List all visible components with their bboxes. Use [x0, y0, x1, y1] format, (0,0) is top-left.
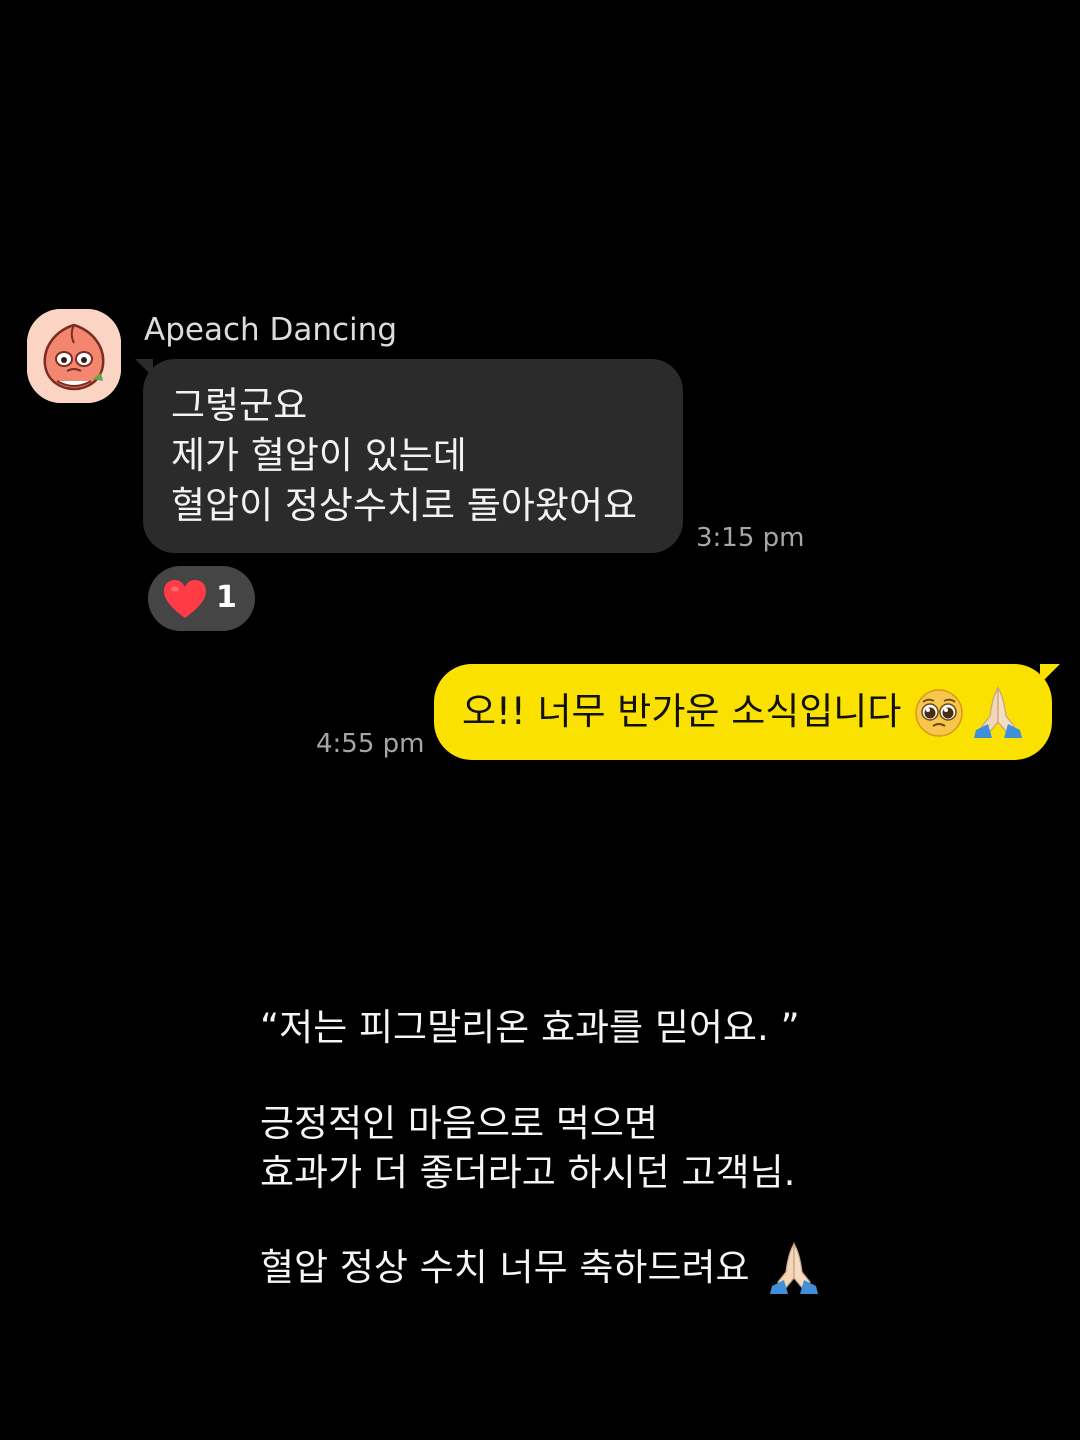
apeach-peach-character-icon: [27, 309, 121, 403]
caption-line: 긍정적인 마음으로 먹으면: [260, 1102, 658, 1145]
heart-reaction-badge[interactable]: 1: [148, 566, 255, 631]
folded-hands-icon: [770, 1242, 818, 1294]
caption-line: 효과가 더 좋더라고 하시던 고객님.: [260, 1151, 796, 1194]
red-heart-icon: [164, 580, 206, 618]
incoming-message-line: 제가 혈압이 있는데: [171, 434, 467, 477]
sender-name: Apeach Dancing: [144, 312, 397, 348]
caption-quote: “저는 피그말리온 효과를 믿어요. ”: [260, 1006, 800, 1049]
outgoing-message-bubble[interactable]: 오!! 너무 반가운 소식입니다: [434, 664, 1060, 760]
caption-closing: 혈압 정상 수치 너무 축하드려요: [260, 1246, 750, 1289]
incoming-message-bubble[interactable]: 그렇군요 제가 혈압이 있는데 혈압이 정상수치로 돌아왔어요: [135, 359, 683, 553]
sender-avatar[interactable]: [27, 309, 121, 403]
reaction-count: 1: [216, 580, 237, 615]
bubble-tail: [135, 359, 153, 377]
folded-hands-icon: [974, 686, 1022, 738]
outgoing-timestamp: 4:55 pm: [316, 729, 425, 759]
outgoing-message-text: 오!! 너무 반가운 소식입니다: [462, 690, 902, 733]
incoming-timestamp: 3:15 pm: [696, 523, 805, 553]
bubble-tail: [1040, 664, 1060, 684]
incoming-message-line: 혈압이 정상수치로 돌아왔어요: [171, 484, 638, 527]
pleading-face-icon: [915, 689, 963, 737]
incoming-message-line: 그렇군요: [171, 384, 308, 427]
